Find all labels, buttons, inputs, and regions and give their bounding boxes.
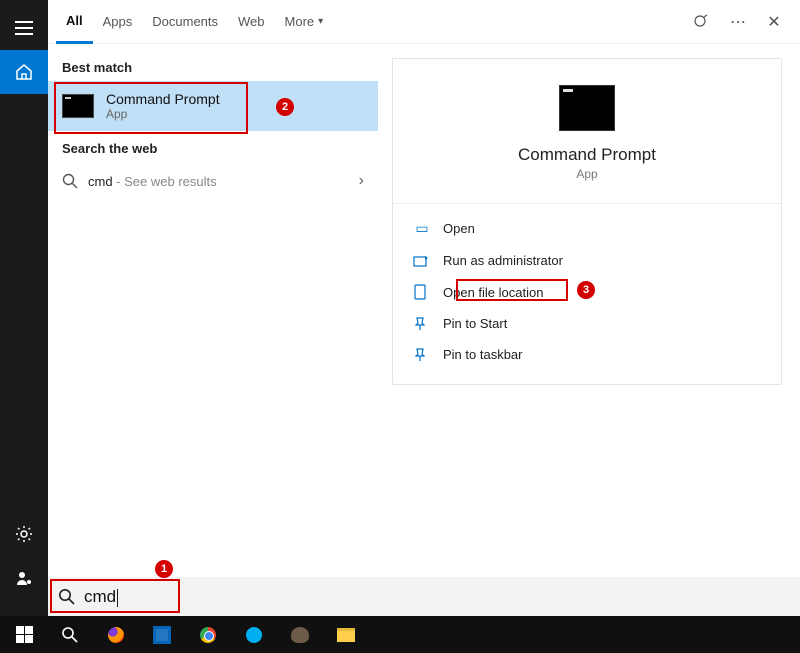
results-column: Best match Command Prompt App Search the… xyxy=(48,44,378,577)
admin-shield-icon xyxy=(413,254,431,268)
taskbar-skype[interactable] xyxy=(232,616,276,653)
file-explorer-icon xyxy=(337,628,355,642)
action-pin-taskbar[interactable]: Pin to taskbar xyxy=(413,339,761,370)
chevron-right-icon: › xyxy=(359,172,364,190)
action-pin-start[interactable]: Pin to Start xyxy=(413,308,761,339)
taskbar-start-button[interactable] xyxy=(2,616,46,653)
tab-web[interactable]: Web xyxy=(228,0,275,44)
open-icon: ▭ xyxy=(413,220,431,237)
preview-thumbnail-icon xyxy=(559,85,615,131)
person-pin-icon xyxy=(16,570,32,586)
home-icon xyxy=(15,63,33,81)
search-columns: Best match Command Prompt App Search the… xyxy=(48,44,800,577)
search-icon xyxy=(62,173,78,189)
taskbar-search-button[interactable] xyxy=(48,616,92,653)
web-result-left: cmd - See web results xyxy=(62,173,217,189)
action-run-as-admin-label: Run as administrator xyxy=(443,253,563,268)
hamburger-icon xyxy=(15,21,33,35)
taskbar xyxy=(0,616,800,653)
feedback-icon xyxy=(693,13,711,31)
taskbar-chrome[interactable] xyxy=(186,616,230,653)
search-box[interactable]: cmd xyxy=(58,582,790,612)
web-result-row[interactable]: cmd - See web results › xyxy=(48,162,378,200)
app-icon xyxy=(291,627,309,643)
tab-more-label: More xyxy=(285,14,315,29)
action-open[interactable]: ▭ Open xyxy=(413,212,761,245)
action-open-label: Open xyxy=(443,221,475,236)
best-match-heading: Best match xyxy=(48,50,378,81)
gear-icon xyxy=(15,525,33,543)
taskbar-outlook[interactable] xyxy=(140,616,184,653)
taskbar-firefox[interactable] xyxy=(94,616,138,653)
taskbar-file-explorer[interactable] xyxy=(324,616,368,653)
best-match-text: Command Prompt App xyxy=(106,91,220,121)
preview-divider xyxy=(393,203,781,204)
preview-title: Command Prompt xyxy=(413,145,761,165)
tab-more[interactable]: More ▾ xyxy=(275,0,334,44)
outlook-icon xyxy=(153,626,171,644)
chevron-down-icon: ▾ xyxy=(318,16,323,27)
firefox-icon xyxy=(108,627,124,643)
action-pin-taskbar-label: Pin to taskbar xyxy=(443,347,523,362)
best-match-result[interactable]: Command Prompt App xyxy=(48,81,378,131)
pin-taskbar-icon xyxy=(413,348,431,362)
web-query: cmd xyxy=(88,174,113,189)
tab-apps[interactable]: Apps xyxy=(93,0,143,44)
search-icon xyxy=(61,626,79,644)
windows-logo-icon xyxy=(16,626,33,643)
ellipsis-icon: ⋯ xyxy=(730,12,746,32)
best-match-title: Command Prompt xyxy=(106,91,220,107)
rail-account-button[interactable] xyxy=(0,556,48,600)
preview-column: Command Prompt App ▭ Open Run as adminis… xyxy=(378,44,800,577)
result-preview-card: Command Prompt App ▭ Open Run as adminis… xyxy=(392,58,782,385)
action-pin-start-label: Pin to Start xyxy=(443,316,507,331)
folder-location-icon xyxy=(413,284,431,300)
action-run-as-admin[interactable]: Run as administrator xyxy=(413,245,761,276)
best-match-subtitle: App xyxy=(106,107,220,121)
start-left-rail xyxy=(0,0,48,616)
search-tabs: All Apps Documents Web More ▾ ⋯ ✕ xyxy=(48,0,800,44)
chrome-icon xyxy=(200,627,216,643)
preview-subtitle: App xyxy=(413,167,761,181)
search-web-heading: Search the web xyxy=(48,131,378,162)
rail-menu-button[interactable] xyxy=(0,6,48,50)
rail-home-button[interactable] xyxy=(0,50,48,94)
search-icon xyxy=(58,588,76,606)
start-search-panel: All Apps Documents Web More ▾ ⋯ ✕ Best m… xyxy=(48,0,800,577)
action-open-location[interactable]: Open file location xyxy=(413,276,761,308)
tab-documents[interactable]: Documents xyxy=(142,0,228,44)
feedback-button[interactable] xyxy=(684,4,720,40)
rail-settings-button[interactable] xyxy=(0,512,48,556)
close-icon: ✕ xyxy=(767,12,780,32)
search-box-text: cmd xyxy=(84,587,116,607)
taskbar-app-generic[interactable] xyxy=(278,616,322,653)
web-hint: - See web results xyxy=(113,174,217,189)
tab-all[interactable]: All xyxy=(56,0,93,44)
action-open-location-label: Open file location xyxy=(443,285,543,300)
close-button[interactable]: ✕ xyxy=(756,4,792,40)
options-button[interactable]: ⋯ xyxy=(720,4,756,40)
skype-icon xyxy=(246,627,262,643)
pin-start-icon xyxy=(413,317,431,331)
cmd-thumbnail-icon xyxy=(62,94,94,118)
search-box-row: cmd xyxy=(48,577,800,616)
